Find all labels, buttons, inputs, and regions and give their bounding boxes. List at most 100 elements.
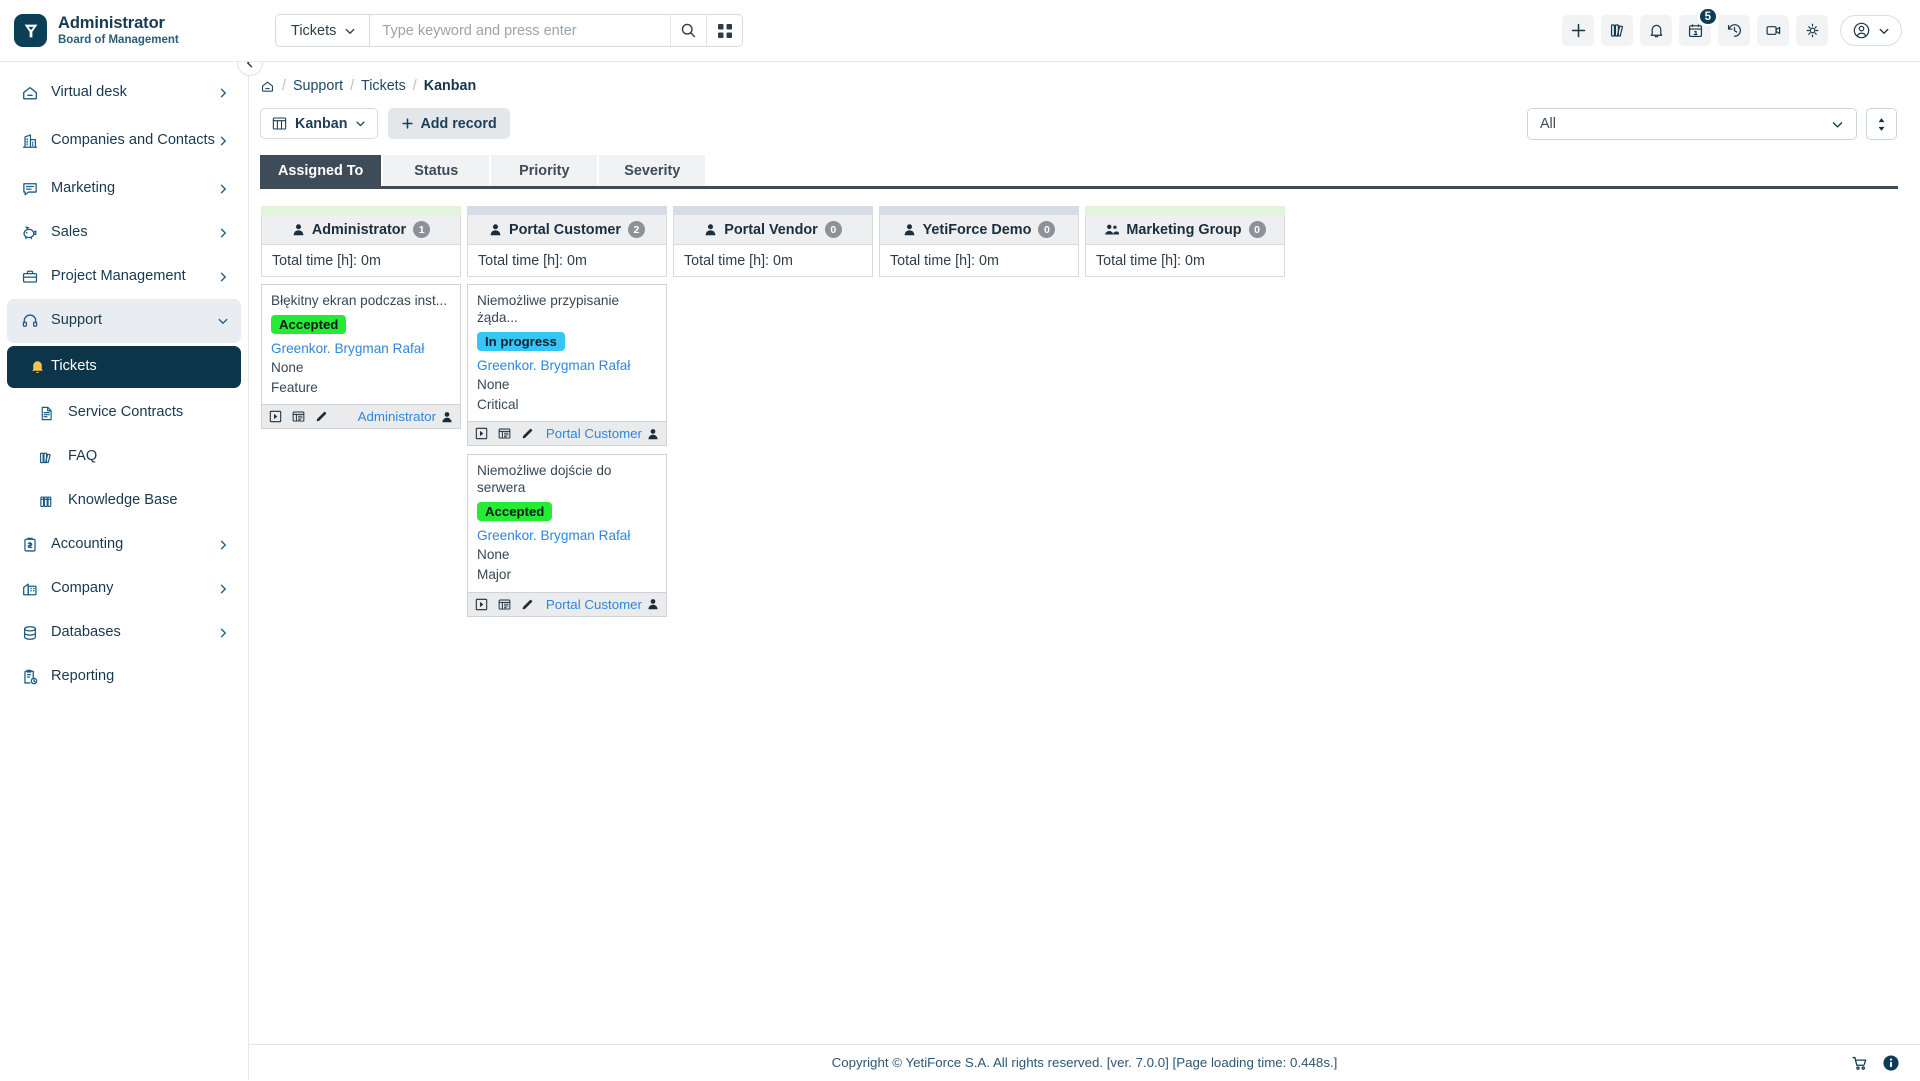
breadcrumb: / Support / Tickets / Kanban [249,62,1920,94]
card-action-icons [475,598,534,611]
sidebar-item-virtual-desk[interactable]: Virtual desk [7,71,241,115]
card-field-priority: None [477,375,657,395]
company-icon [21,580,51,598]
group-by-tabs: Assigned To Status Priority Severity [260,156,1898,189]
tab-label: Priority [519,163,569,179]
kanban-column-portal-customer: Portal Customer 2 Total time [h]: 0m Nie… [467,206,667,617]
kanban-card[interactable]: Niemożliwe przypisanie żąda... In progre… [467,284,667,446]
add-icon[interactable] [1562,15,1594,46]
column-header[interactable]: Marketing Group 0 [1085,215,1285,245]
sidebar-item-databases[interactable]: Databases [7,611,241,655]
info-circle-icon[interactable] [1882,1054,1900,1072]
calendar-badge-count: 5 [1698,7,1718,26]
breadcrumb-separator: / [282,78,286,94]
breadcrumb-item-support[interactable]: Support [293,78,343,94]
sidebar-item-label: Virtual desk [51,84,217,101]
column-header[interactable]: Portal Customer 2 [467,215,667,245]
tab-label: Status [414,163,458,179]
sidebar-item-project-management[interactable]: Project Management [7,255,241,299]
column-count-badge: 0 [825,221,842,238]
card-assignee-label: Portal Customer [546,426,642,441]
tab-severity[interactable]: Severity [599,155,705,186]
tab-status[interactable]: Status [383,155,489,186]
card-action-icons [475,427,534,440]
report-icon [21,668,51,686]
user-menu-button[interactable] [1840,15,1902,46]
tab-assigned-to[interactable]: Assigned To [260,155,381,186]
search-input[interactable] [370,15,670,46]
grid-apps-icon[interactable] [706,15,742,46]
column-cards: Błękitny ekran podczas inst... Accepted … [261,277,461,429]
sidebar-item-reporting[interactable]: Reporting [7,655,241,699]
library-icon[interactable] [1601,15,1633,46]
sidebar-item-tickets[interactable]: Tickets [7,346,241,388]
list-view-icon[interactable] [292,410,305,423]
sidebar-item-marketing[interactable]: Marketing [7,167,241,211]
sort-updown-icon[interactable] [1866,108,1897,140]
sidebar-item-label: FAQ [68,448,229,465]
shopping-cart-icon[interactable] [1851,1055,1868,1072]
sidebar-item-knowledge-base[interactable]: Knowledge Base [7,479,241,523]
card-footer: Portal Customer [468,592,666,616]
sidebar-item-label: Knowledge Base [68,492,229,509]
column-header[interactable]: YetiForce Demo 0 [879,215,1079,245]
column-header[interactable]: Portal Vendor 0 [673,215,873,245]
kanban-column-yetiforce-demo: YetiForce Demo 0 Total time [h]: 0m [879,206,1079,284]
sidebar-item-service-contracts[interactable]: Service Contracts [7,391,241,435]
search-scope-dropdown[interactable]: Tickets [276,15,370,46]
filter-select[interactable]: All [1527,108,1857,140]
list-view-icon[interactable] [498,598,511,611]
page-footer: Copyright © YetiForce S.A. All rights re… [249,1044,1920,1080]
brand-block[interactable]: Administrator Board of Management [0,0,249,62]
search-scope-label: Tickets [291,23,336,39]
column-cards [673,277,873,284]
sidebar-item-accounting[interactable]: Accounting [7,523,241,567]
search-icon[interactable] [670,15,706,46]
card-account-link[interactable]: Greenkor. Brygman Rafał [271,341,451,356]
sidebar-item-faq[interactable]: FAQ [7,435,241,479]
column-header[interactable]: Administrator 1 [261,215,461,245]
sidebar-item-sales[interactable]: Sales [7,211,241,255]
tab-priority[interactable]: Priority [491,155,597,186]
kanban-card[interactable]: Niemożliwe dojście do serwera Accepted G… [467,454,667,616]
breadcrumb-item-tickets[interactable]: Tickets [361,78,406,94]
play-box-icon[interactable] [269,410,282,423]
card-assignee[interactable]: Portal Customer [546,597,659,612]
edit-pencil-icon[interactable] [315,410,328,423]
edit-pencil-icon[interactable] [521,598,534,611]
sidebar-item-company[interactable]: Company [7,567,241,611]
column-count-badge: 1 [413,221,430,238]
play-box-icon[interactable] [475,598,488,611]
sidebar-item-label: Sales [51,224,217,241]
edit-pencil-icon[interactable] [521,427,534,440]
card-account-link[interactable]: Greenkor. Brygman Rafał [477,358,657,373]
sidebar-item-companies-and-contacts[interactable]: Companies and Contacts [7,115,241,167]
column-cards [879,277,1079,284]
kanban-card[interactable]: Błękitny ekran podczas inst... Accepted … [261,284,461,429]
user-icon [647,428,659,440]
chevron-down-icon [355,118,366,129]
settings-gear-icon[interactable] [1796,15,1828,46]
sidebar-item-support[interactable]: Support [7,299,241,343]
card-assignee-label: Administrator [358,409,436,424]
user-circle-icon [1852,21,1871,40]
column-total-time: Total time [h]: 0m [467,245,667,277]
user-icon [903,223,916,236]
calendar-icon[interactable]: 5 [1679,15,1711,46]
notifications-bell-icon[interactable] [1640,15,1672,46]
home-icon[interactable] [260,79,275,94]
card-account-link[interactable]: Greenkor. Brygman Rafał [477,528,657,543]
card-assignee[interactable]: Portal Customer [546,426,659,441]
sidebar-item-label: Marketing [51,180,217,197]
view-switcher-button[interactable]: Kanban [260,108,378,139]
list-view-icon[interactable] [498,427,511,440]
sidebar-item-label: Project Management [51,268,217,285]
card-assignee[interactable]: Administrator [358,409,453,424]
video-call-icon[interactable] [1757,15,1789,46]
add-record-button[interactable]: Add record [388,108,509,139]
history-icon[interactable] [1718,15,1750,46]
play-box-icon[interactable] [475,427,488,440]
plus-icon [401,117,414,130]
sidebar-item-label: Accounting [51,536,217,553]
main-content: / Support / Tickets / Kanban Kanban Add … [249,62,1920,1080]
